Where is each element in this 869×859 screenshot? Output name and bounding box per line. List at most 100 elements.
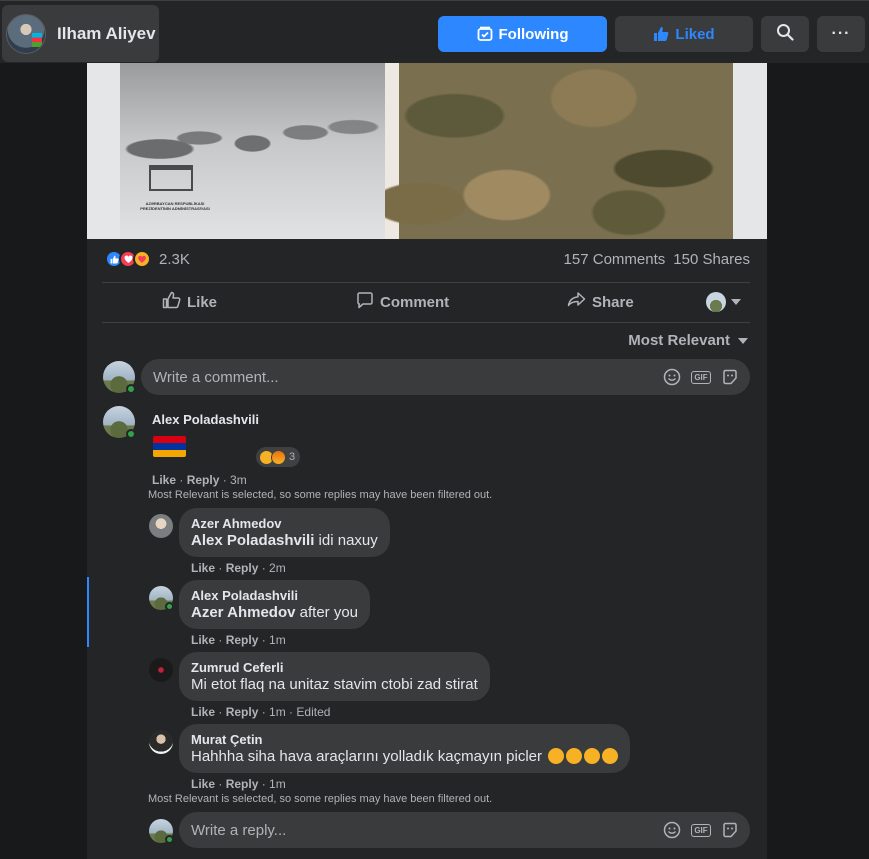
page-profile-link[interactable]: Ilham Aliyev — [2, 5, 159, 62]
reply-avatar[interactable] — [149, 730, 173, 754]
edited-label[interactable]: Edited — [296, 705, 330, 719]
reply-author[interactable]: Azer Ahmedov — [191, 516, 378, 531]
reply-like-link[interactable]: Like — [191, 777, 215, 791]
like-button[interactable]: Like — [162, 285, 217, 319]
reply-time[interactable]: 1m — [269, 777, 286, 791]
chevron-down-icon — [738, 337, 748, 344]
emoji-icon[interactable] — [662, 820, 682, 840]
reply-like-link[interactable]: Like — [191, 633, 215, 647]
chevron-down-icon — [731, 299, 741, 305]
reply-author[interactable]: Zumrud Ceferli — [191, 660, 478, 675]
liked-button[interactable]: Liked — [615, 16, 753, 52]
reply-input-bar: GIF — [179, 812, 750, 848]
gif-icon[interactable]: GIF — [691, 367, 711, 387]
comment-author[interactable]: Alex Poladashvili — [152, 412, 259, 427]
commenter-avatar[interactable] — [103, 406, 136, 439]
comment-sort-dropdown[interactable]: Most Relevant — [628, 332, 748, 349]
reply-text: idi naxuy — [314, 532, 378, 549]
reply-author[interactable]: Murat Çetin — [191, 732, 618, 747]
page-header: Ilham Aliyev Following Liked ··· — [0, 0, 869, 63]
comment-button[interactable]: Comment — [356, 285, 449, 319]
care-reaction-icon — [133, 250, 151, 268]
divider — [102, 322, 750, 323]
emblem-icon — [149, 165, 193, 191]
reply-text: Hahhha siha hava araçlarını yolladık kaç… — [191, 748, 543, 765]
reply-time[interactable]: 2m — [269, 561, 286, 575]
online-status-icon — [126, 384, 136, 394]
comment-like-link[interactable]: Like — [152, 473, 176, 487]
filter-note: Most Relevant is selected, so some repli… — [148, 489, 493, 501]
reaction-count: 2.3K — [159, 250, 190, 268]
share-label: Share — [592, 293, 634, 311]
reply-mention[interactable]: Alex Poladashvili — [191, 532, 314, 549]
following-button[interactable]: Following — [438, 16, 607, 52]
reply-bubble: Azer Ahmedov Alex Poladashvili idi naxuy — [179, 508, 390, 557]
following-label: Following — [498, 25, 569, 43]
comment-reply-link[interactable]: Reply — [187, 473, 220, 487]
sticker-icon[interactable] — [720, 367, 740, 387]
reply-mention[interactable]: Azer Ahmedov — [191, 604, 295, 621]
reply-time[interactable]: 1m — [269, 705, 286, 719]
thumbs-up-icon — [653, 26, 669, 42]
comment-meta: Like · Reply · 3m — [152, 473, 247, 487]
search-icon — [776, 23, 794, 46]
grin-emoji-icon — [584, 748, 601, 764]
post-actions: Like Comment Share — [102, 283, 750, 321]
current-user-avatar[interactable] — [103, 361, 136, 394]
online-status-icon — [165, 835, 174, 844]
share-button[interactable]: Share — [567, 285, 634, 319]
reply-reply-link[interactable]: Reply — [226, 777, 259, 791]
reply-meta: Like · Reply · 1m — [191, 777, 286, 791]
online-status-icon — [165, 602, 174, 611]
online-status-icon — [126, 429, 136, 439]
reply-meta: Like · Reply · 1m — [191, 633, 286, 647]
search-button[interactable] — [761, 16, 809, 52]
reply-avatar[interactable] — [149, 658, 173, 682]
comment-reactions[interactable]: 3 — [256, 447, 301, 467]
comment-time[interactable]: 3m — [230, 473, 247, 487]
filter-note: Most Relevant is selected, so some repli… — [148, 793, 493, 805]
image-caption: AZƏRBAYCAN RESPUBLİKASI PREZİDENTİNİN AD… — [140, 201, 210, 211]
profile-avatar — [706, 292, 726, 312]
sticker-icon[interactable] — [720, 820, 740, 840]
reactions-summary[interactable]: 2.3K — [105, 250, 190, 268]
post-stats: 157 Comments 150 Shares — [564, 251, 750, 268]
share-icon — [567, 291, 592, 313]
reply-avatar[interactable] — [149, 514, 173, 538]
reply-text: Mi etot flaq na unitaz stavim ctobi zad … — [191, 676, 478, 693]
angry-reaction-icon — [271, 449, 286, 465]
thread-highlight-bar — [87, 577, 89, 647]
reply-like-link[interactable]: Like — [191, 561, 215, 575]
reply-avatar[interactable] — [149, 586, 174, 611]
reply-reply-link[interactable]: Reply — [226, 705, 259, 719]
comment-input[interactable] — [153, 368, 633, 386]
comment-input-bar: GIF — [141, 359, 750, 395]
reply-reply-link[interactable]: Reply — [226, 561, 259, 575]
shares-count-link[interactable]: 150 Shares — [673, 251, 750, 268]
armenian-flag-emoji — [153, 436, 186, 457]
like-label: Like — [187, 293, 218, 311]
comment-reaction-count: 3 — [289, 451, 296, 463]
reply-like-link[interactable]: Like — [191, 705, 215, 719]
reply-meta: Like · Reply · 2m — [191, 561, 286, 575]
page-avatar — [6, 13, 46, 54]
gif-icon[interactable]: GIF — [691, 820, 711, 840]
reply-author[interactable]: Alex Poladashvili — [191, 588, 358, 603]
reply-reply-link[interactable]: Reply — [226, 633, 259, 647]
reply-time[interactable]: 1m — [269, 633, 286, 647]
post-image[interactable]: AZƏRBAYCAN RESPUBLİKASI PREZİDENTİNİN AD… — [87, 63, 767, 239]
liked-label: Liked — [675, 25, 715, 43]
current-user-avatar[interactable] — [149, 819, 174, 844]
comments-count-link[interactable]: 157 Comments — [564, 251, 666, 268]
emoji-icon[interactable] — [662, 367, 682, 387]
grin-emoji-icon — [566, 748, 583, 764]
post-as-selector[interactable] — [706, 285, 741, 319]
thumbs-up-outline-icon — [162, 291, 187, 313]
comment-label: Comment — [380, 293, 450, 311]
more-options-button[interactable]: ··· — [817, 16, 865, 52]
page-name: Ilham Aliyev — [57, 23, 156, 43]
reply-meta: Like · Reply · 1m · Edited — [191, 705, 331, 719]
reply-bubble: Alex Poladashvili Azer Ahmedov after you — [179, 580, 371, 629]
grin-emoji-icon — [548, 748, 565, 764]
reply-input[interactable] — [191, 821, 641, 839]
